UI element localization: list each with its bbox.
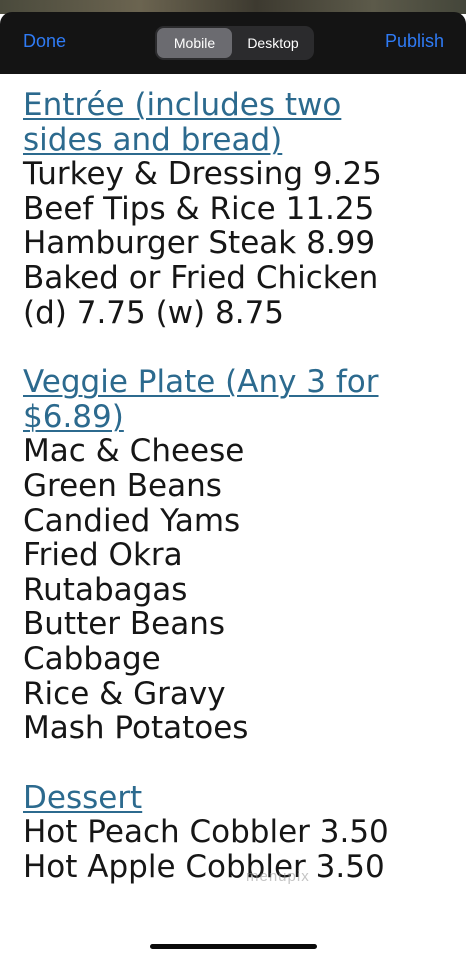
menu-item: Green Beans xyxy=(23,467,222,504)
menu-item: Mac & Cheese xyxy=(23,433,245,470)
menu-item: Beef Tips & Rice 11.25 xyxy=(23,190,375,227)
done-button[interactable]: Done xyxy=(23,31,66,52)
entree-heading-line-2: sides and bread) xyxy=(23,121,283,158)
menu-item: Hamburger Steak 8.99 xyxy=(23,225,376,262)
publish-button[interactable]: Publish xyxy=(385,31,444,52)
view-mode-segmented-control: Mobile Desktop xyxy=(155,26,314,60)
veggie-section: Veggie Plate (Any 3 for $6.89) Mac & Che… xyxy=(23,365,453,746)
editor-toolbar: Done Mobile Desktop Publish xyxy=(0,12,466,74)
veggie-heading-line-1: Veggie Plate (Any 3 for xyxy=(23,364,379,401)
watermark: menupix xyxy=(246,868,310,885)
menu-item: Hot Apple Cobbler 3.50 xyxy=(23,848,385,885)
menu-item: Cabbage xyxy=(23,640,161,677)
veggie-heading-line-2: $6.89) xyxy=(23,398,124,435)
menu-item: Butter Beans xyxy=(23,606,226,643)
menu-item: Fried Okra xyxy=(23,537,183,574)
mobile-view-tab[interactable]: Mobile xyxy=(157,28,232,58)
desktop-view-tab[interactable]: Desktop xyxy=(234,28,312,58)
menu-item: Candied Yams xyxy=(23,502,241,539)
menu-item: Rice & Gravy xyxy=(23,675,226,712)
dessert-heading[interactable]: Dessert xyxy=(23,781,453,816)
menu-item: Hot Peach Cobbler 3.50 xyxy=(23,814,389,851)
entree-heading[interactable]: Entrée (includes two sides and bread) xyxy=(23,88,453,157)
menu-item: Rutabagas xyxy=(23,571,188,608)
menu-item: Baked or Fried Chicken xyxy=(23,259,379,296)
entree-heading-line-1: Entrée (includes two xyxy=(23,87,342,123)
menu-item: Turkey & Dressing 9.25 xyxy=(23,156,382,193)
menu-item: (d) 7.75 (w) 8.75 xyxy=(23,294,285,331)
home-indicator[interactable] xyxy=(150,944,317,949)
entree-section: Entrée (includes two sides and bread) Tu… xyxy=(23,88,453,330)
menu-item: Mash Potatoes xyxy=(23,710,249,747)
veggie-heading[interactable]: Veggie Plate (Any 3 for $6.89) xyxy=(23,365,453,434)
menu-content: Entrée (includes two sides and bread) Tu… xyxy=(23,88,453,884)
dessert-section: Dessert Hot Peach Cobbler 3.50 Hot Apple… xyxy=(23,781,453,885)
